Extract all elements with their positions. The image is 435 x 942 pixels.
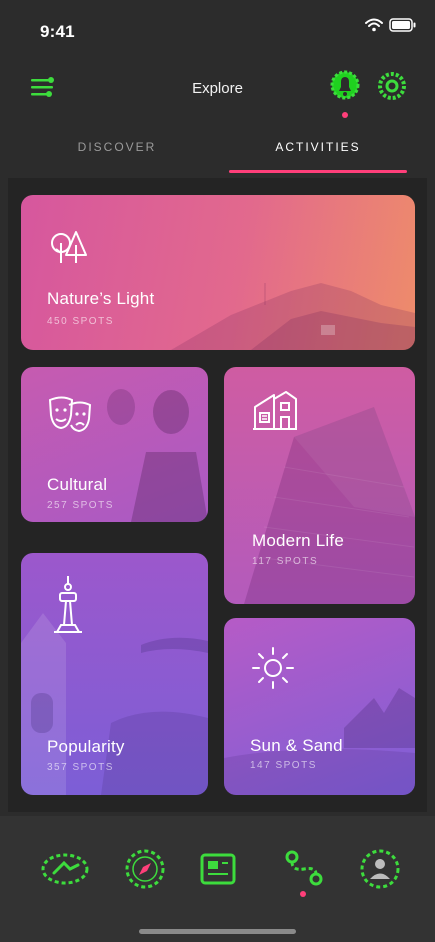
card-spots: 147 SPOTS <box>250 760 317 771</box>
card-cultural[interactable]: Cultural 257 SPOTS <box>21 367 208 522</box>
app-screen: 9:41 Explore DISCOVER ACTIVITIES Nature’… <box>0 0 435 942</box>
card-spots: 117 SPOTS <box>252 556 319 567</box>
card-spots: 257 SPOTS <box>47 500 114 511</box>
page-title: Explore <box>192 80 243 97</box>
activities-grid: Nature’s Light 450 SPOTS Cultural 257 SP… <box>8 178 427 812</box>
card-sun-and-sand[interactable]: Sun & Sand 147 SPOTS <box>224 618 415 795</box>
nav-trips[interactable] <box>279 846 329 896</box>
card-title: Popularity <box>47 737 125 756</box>
trees-icon <box>48 229 88 270</box>
card-natures-light[interactable]: Nature’s Light 450 SPOTS <box>21 195 415 350</box>
status-bar: 9:41 <box>0 0 435 56</box>
card-photo <box>21 613 208 795</box>
home-indicator <box>139 929 296 934</box>
active-tab-indicator <box>229 170 407 173</box>
card-title: Nature’s Light <box>47 289 155 308</box>
status-time: 9:41 <box>40 22 75 41</box>
nav-explore[interactable] <box>120 846 170 896</box>
settings-icon <box>376 69 408 108</box>
nav-home[interactable] <box>40 846 90 896</box>
tower-icon <box>53 575 83 640</box>
status-icons <box>365 18 417 37</box>
theater-masks-icon <box>47 395 93 438</box>
nav-news[interactable] <box>193 846 243 896</box>
wifi-icon <box>365 18 383 37</box>
home-icon <box>40 849 90 894</box>
compass-icon <box>123 847 167 896</box>
tab-bar: DISCOVER ACTIVITIES <box>0 130 435 178</box>
card-photo <box>107 389 208 522</box>
notification-button[interactable] <box>328 70 362 106</box>
settings-button[interactable] <box>375 70 409 106</box>
card-title: Sun & Sand <box>250 736 343 755</box>
active-nav-indicator <box>300 891 306 897</box>
card-title: Modern Life <box>252 531 344 550</box>
card-spots: 357 SPOTS <box>47 762 114 773</box>
battery-icon <box>389 18 417 37</box>
profile-icon <box>357 846 403 897</box>
tab-discover[interactable]: DISCOVER <box>8 140 226 154</box>
trips-icon <box>280 847 328 896</box>
sun-icon <box>251 646 295 695</box>
nav-profile[interactable] <box>355 846 405 896</box>
news-icon <box>196 849 240 894</box>
card-spots: 450 SPOTS <box>47 316 114 327</box>
header: Explore <box>0 62 435 118</box>
building-icon <box>252 389 298 436</box>
tab-activities[interactable]: ACTIVITIES <box>209 140 427 154</box>
card-title: Cultural <box>47 475 108 494</box>
card-modern-life[interactable]: Modern Life 117 SPOTS <box>224 367 415 604</box>
notification-icon <box>329 69 361 108</box>
notification-dot <box>342 112 348 118</box>
card-popularity[interactable]: Popularity 357 SPOTS <box>21 553 208 795</box>
bottom-nav <box>0 816 435 942</box>
